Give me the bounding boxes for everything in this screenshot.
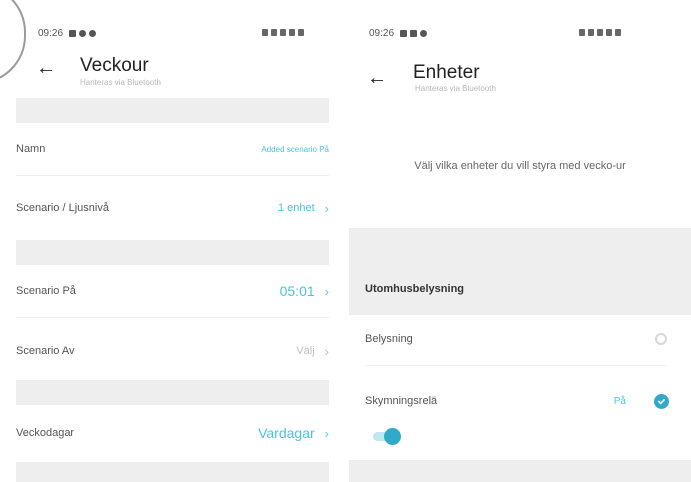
- device-label: Skymningsrelä: [365, 395, 438, 407]
- battery-icon: [615, 29, 621, 36]
- wifi-icon: [280, 29, 286, 36]
- section-header: Utomhusbelysning: [349, 263, 691, 315]
- device-row-belysning[interactable]: Belysning: [365, 313, 667, 366]
- toggle-switch[interactable]: [373, 428, 401, 445]
- status-icons: [69, 29, 97, 37]
- location-icon: [79, 29, 87, 37]
- message-icon: [410, 29, 418, 37]
- page-subtitle: Hanteras via Bluetooth: [415, 84, 496, 93]
- settings-icon: [89, 29, 97, 37]
- status-icons: [400, 29, 428, 37]
- signal-icon: [606, 29, 612, 36]
- scenario-off-text: Välj: [296, 345, 315, 357]
- settings-icon: [420, 29, 428, 37]
- scenario-on-time: 05:01: [279, 283, 315, 299]
- device-row-skymningsrela[interactable]: Skymningsrelä På: [365, 375, 669, 427]
- device-status: På: [613, 393, 669, 409]
- name-label: Namn: [16, 143, 46, 155]
- weekdays-value: Vardagar ›: [258, 425, 329, 441]
- nfc-icon: [579, 29, 585, 36]
- status-right-icons: [579, 29, 621, 36]
- status-right-icons: [262, 29, 304, 36]
- status-bar: 09:26: [369, 26, 428, 40]
- page-title: Enheter: [413, 62, 480, 83]
- battery-icon: [298, 29, 304, 36]
- nfc-icon: [262, 29, 268, 36]
- chevron-right-icon: ›: [324, 425, 329, 441]
- state-label: På: [613, 395, 626, 407]
- divider-band: [16, 98, 329, 123]
- weekdays-row[interactable]: Veckodagar Vardagar ›: [16, 407, 329, 459]
- bluetooth-icon: [588, 29, 594, 36]
- scenario-label: Scenario / Ljusnivå: [16, 202, 109, 214]
- status-time: 09:26: [38, 27, 64, 39]
- divider-band: [16, 462, 329, 482]
- toggle-knob: [384, 428, 401, 445]
- scenario-off-label: Scenario Av: [16, 345, 75, 357]
- divider-band: [349, 228, 691, 264]
- instruction-text: Välj vilka enheter du vill styra med vec…: [414, 160, 626, 172]
- name-value: Added scenario På: [261, 144, 329, 154]
- scenario-value-text: 1 enhet: [277, 202, 315, 214]
- scenario-on-label: Scenario På: [16, 285, 76, 297]
- scenario-off-row[interactable]: Scenario Av Välj ›: [16, 325, 329, 377]
- status-time: 09:26: [369, 27, 395, 39]
- check-icon[interactable]: [654, 393, 669, 409]
- device-label: Belysning: [365, 333, 413, 345]
- back-arrow-icon[interactable]: ←: [36, 58, 56, 78]
- signal-icon: [289, 29, 295, 36]
- divider-band: [16, 380, 329, 405]
- notification-icon: [400, 29, 408, 37]
- weekdays-label: Veckodagar: [16, 427, 75, 439]
- divider-band: [349, 460, 691, 482]
- enheter-screen: 09:26 ← Enheter Hanteras via Bluetooth V…: [349, 0, 691, 482]
- name-row[interactable]: Namn Added scenario På: [16, 123, 329, 176]
- unchecked-radio-icon[interactable]: [655, 333, 667, 345]
- back-arrow-icon[interactable]: ←: [367, 68, 387, 88]
- wifi-icon: [597, 29, 603, 36]
- page-subtitle: Hanteras via Bluetooth: [80, 78, 161, 87]
- chevron-right-icon: ›: [324, 283, 329, 299]
- scenario-value: 1 enhet ›: [278, 201, 329, 216]
- scenario-on-row[interactable]: Scenario På 05:01 ›: [16, 265, 329, 318]
- scenario-off-value: Välj ›: [296, 344, 329, 359]
- page-title: Veckour: [80, 55, 149, 76]
- bluetooth-icon: [271, 29, 277, 36]
- chevron-right-icon: ›: [324, 343, 329, 359]
- scenario-on-value: 05:01 ›: [280, 283, 329, 299]
- notification-icon: [69, 29, 77, 37]
- divider-band: [16, 240, 329, 265]
- scenario-row[interactable]: Scenario / Ljusnivå 1 enhet ›: [16, 182, 329, 234]
- weekdays-text: Vardagar: [258, 425, 315, 441]
- status-bar: 09:26: [38, 26, 97, 40]
- veckour-screen: 09:26 ← Veckour Hanteras via Bluetooth N…: [0, 0, 345, 482]
- chevron-right-icon: ›: [324, 200, 329, 216]
